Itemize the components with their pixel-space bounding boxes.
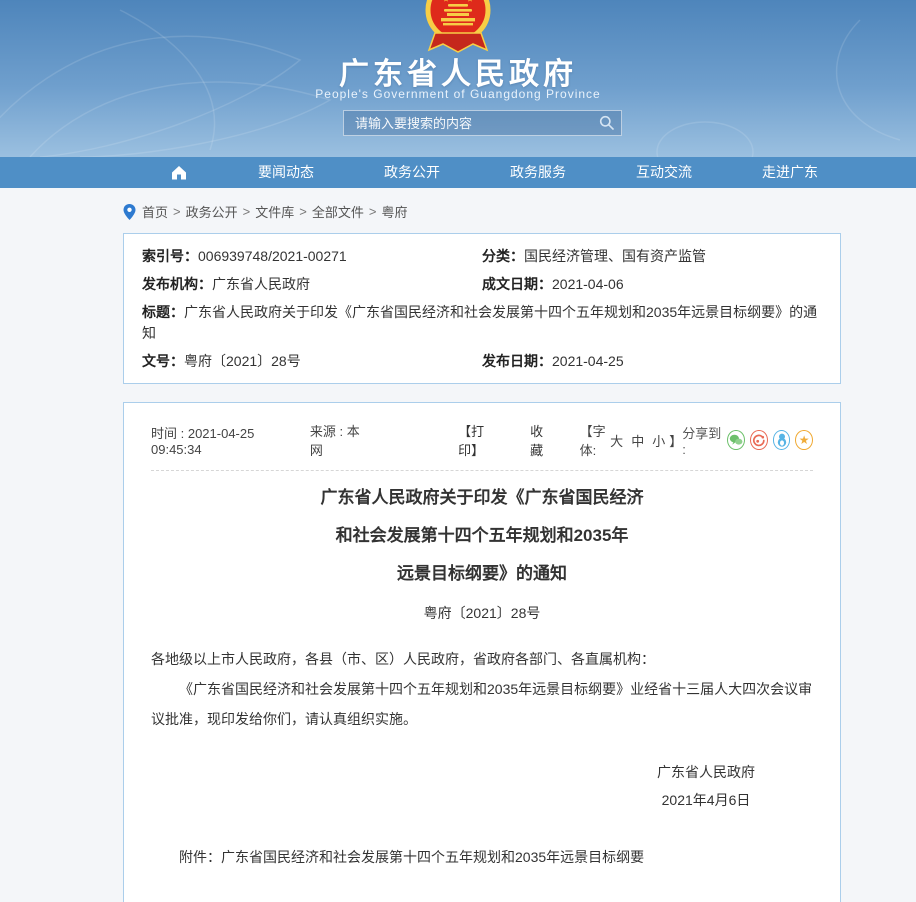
meta-label: 索引号： bbox=[142, 248, 198, 264]
meta-value: 国民经济管理、国有资产监管 bbox=[524, 248, 706, 264]
crumb-separator: > bbox=[173, 204, 181, 219]
main-navbar: 要闻动态 政务公开 政务服务 互动交流 走进广东 bbox=[0, 157, 916, 188]
meta-value: 广东省人民政府 bbox=[212, 276, 310, 292]
crumb-all-files[interactable]: 全部文件 bbox=[312, 202, 364, 221]
nav-item-interaction[interactable]: 互动交流 bbox=[636, 157, 692, 188]
signer: 广东省人民政府 bbox=[657, 758, 755, 786]
article-time: 时间 : 2021-04-25 09:45:34 bbox=[151, 423, 292, 457]
crumb-home[interactable]: 首页 bbox=[142, 202, 168, 221]
font-size-medium[interactable]: 中 bbox=[631, 431, 644, 450]
search-bar bbox=[343, 110, 622, 136]
sign-date: 2021年4月6日 bbox=[657, 786, 755, 814]
meta-label: 发布机构： bbox=[142, 276, 212, 292]
font-size-suffix: 】 bbox=[669, 431, 682, 450]
meta-value: 粤府〔2021〕28号 bbox=[184, 353, 301, 369]
search-icon[interactable] bbox=[599, 115, 615, 131]
search-input[interactable] bbox=[353, 115, 599, 132]
font-size-small[interactable]: 小 bbox=[652, 431, 665, 450]
share-label: 分享到 : bbox=[682, 423, 722, 457]
document-title-line: 和社会发展第十四个五年规划和2035年 bbox=[151, 517, 813, 555]
meta-label: 发布日期： bbox=[482, 353, 552, 369]
document-title-line: 广东省人民政府关于印发《广东省国民经济 bbox=[151, 479, 813, 517]
document-meta-box: 索引号：006939748/2021-00271 分类：国民经济管理、国有资产监… bbox=[123, 233, 841, 384]
wechat-share-icon[interactable] bbox=[727, 430, 745, 450]
breadcrumb: 首页 > 政务公开 > 文件库 > 全部文件 > 粤府 bbox=[0, 188, 916, 233]
meta-value: 2021-04-06 bbox=[552, 276, 624, 292]
attachment-link[interactable]: 附件：广东省国民经济和社会发展第十四个五年规划和2035年远景目标纲要 bbox=[151, 842, 813, 872]
font-size-prefix: 【字体: bbox=[580, 421, 607, 459]
nav-item-gov-services[interactable]: 政务服务 bbox=[510, 157, 566, 188]
crumb-separator: > bbox=[243, 204, 251, 219]
meta-label: 文号： bbox=[142, 353, 184, 369]
meta-label: 分类： bbox=[482, 248, 524, 264]
crumb-file-library[interactable]: 文件库 bbox=[255, 202, 294, 221]
crumb-yuefu: 粤府 bbox=[381, 202, 407, 221]
article-source: 来源 : 本网 bbox=[310, 421, 366, 459]
meta-label: 成文日期： bbox=[482, 276, 552, 292]
font-size-control: 【字体: 大 中 小 】 bbox=[580, 421, 683, 459]
crumb-separator: > bbox=[299, 204, 307, 219]
nav-item-about-guangdong[interactable]: 走进广东 bbox=[762, 157, 818, 188]
qzone-share-icon[interactable]: ★ bbox=[795, 430, 813, 450]
body-paragraph: 《广东省国民经济和社会发展第十四个五年规划和2035年远景目标纲要》业经省十三届… bbox=[151, 674, 813, 734]
meta-index-number: 索引号：006939748/2021-00271 bbox=[142, 242, 482, 270]
site-subtitle: People's Government of Guangdong Provinc… bbox=[0, 87, 916, 101]
meta-label: 标题： bbox=[142, 304, 184, 320]
nav-item-gov-affairs[interactable]: 政务公开 bbox=[384, 157, 440, 188]
site-header: 广东省人民政府 People's Government of Guangdong… bbox=[0, 0, 916, 157]
meta-date-written: 成文日期：2021-04-06 bbox=[482, 270, 822, 298]
salutation-paragraph: 各地级以上市人民政府，各县（市、区）人民政府，省政府各部门、各直属机构： bbox=[151, 644, 813, 674]
article-toolbar: 时间 : 2021-04-25 09:45:34 来源 : 本网 【打印】 收藏… bbox=[151, 403, 813, 471]
home-icon bbox=[170, 164, 188, 181]
nav-home-button[interactable] bbox=[170, 164, 188, 181]
location-pin-icon bbox=[123, 204, 136, 220]
meta-doc-number: 文号：粤府〔2021〕28号 bbox=[142, 347, 482, 375]
meta-value: 广东省人民政府关于印发《广东省国民经济和社会发展第十四个五年规划和2035年远景… bbox=[142, 304, 817, 341]
nav-item-news[interactable]: 要闻动态 bbox=[258, 157, 314, 188]
weibo-share-icon[interactable] bbox=[750, 430, 768, 450]
meta-category: 分类：国民经济管理、国有资产监管 bbox=[482, 242, 822, 270]
meta-publish-date: 发布日期：2021-04-25 bbox=[482, 347, 822, 375]
favorite-button[interactable]: 收藏 bbox=[530, 421, 553, 459]
document-body: 各地级以上市人民政府，各县（市、区）人民政府，省政府各部门、各直属机构： 《广东… bbox=[151, 644, 813, 734]
signature-block: 广东省人民政府 2021年4月6日 bbox=[657, 758, 755, 814]
document-number: 粤府〔2021〕28号 bbox=[151, 599, 813, 627]
document-title: 广东省人民政府关于印发《广东省国民经济 和社会发展第十四个五年规划和2035年 … bbox=[151, 479, 813, 593]
meta-value: 006939748/2021-00271 bbox=[198, 248, 347, 264]
meta-title: 标题：广东省人民政府关于印发《广东省国民经济和社会发展第十四个五年规划和2035… bbox=[142, 298, 822, 347]
font-size-large[interactable]: 大 bbox=[610, 431, 623, 450]
meta-issuing-agency: 发布机构：广东省人民政府 bbox=[142, 270, 482, 298]
crumb-separator: > bbox=[369, 204, 377, 219]
document-content-box: 时间 : 2021-04-25 09:45:34 来源 : 本网 【打印】 收藏… bbox=[123, 402, 841, 902]
print-button[interactable]: 【打印】 bbox=[458, 421, 503, 459]
crumb-gov-affairs[interactable]: 政务公开 bbox=[186, 202, 238, 221]
document-title-line: 远景目标纲要》的通知 bbox=[151, 555, 813, 593]
meta-value: 2021-04-25 bbox=[552, 353, 624, 369]
qq-share-icon[interactable] bbox=[773, 430, 791, 450]
